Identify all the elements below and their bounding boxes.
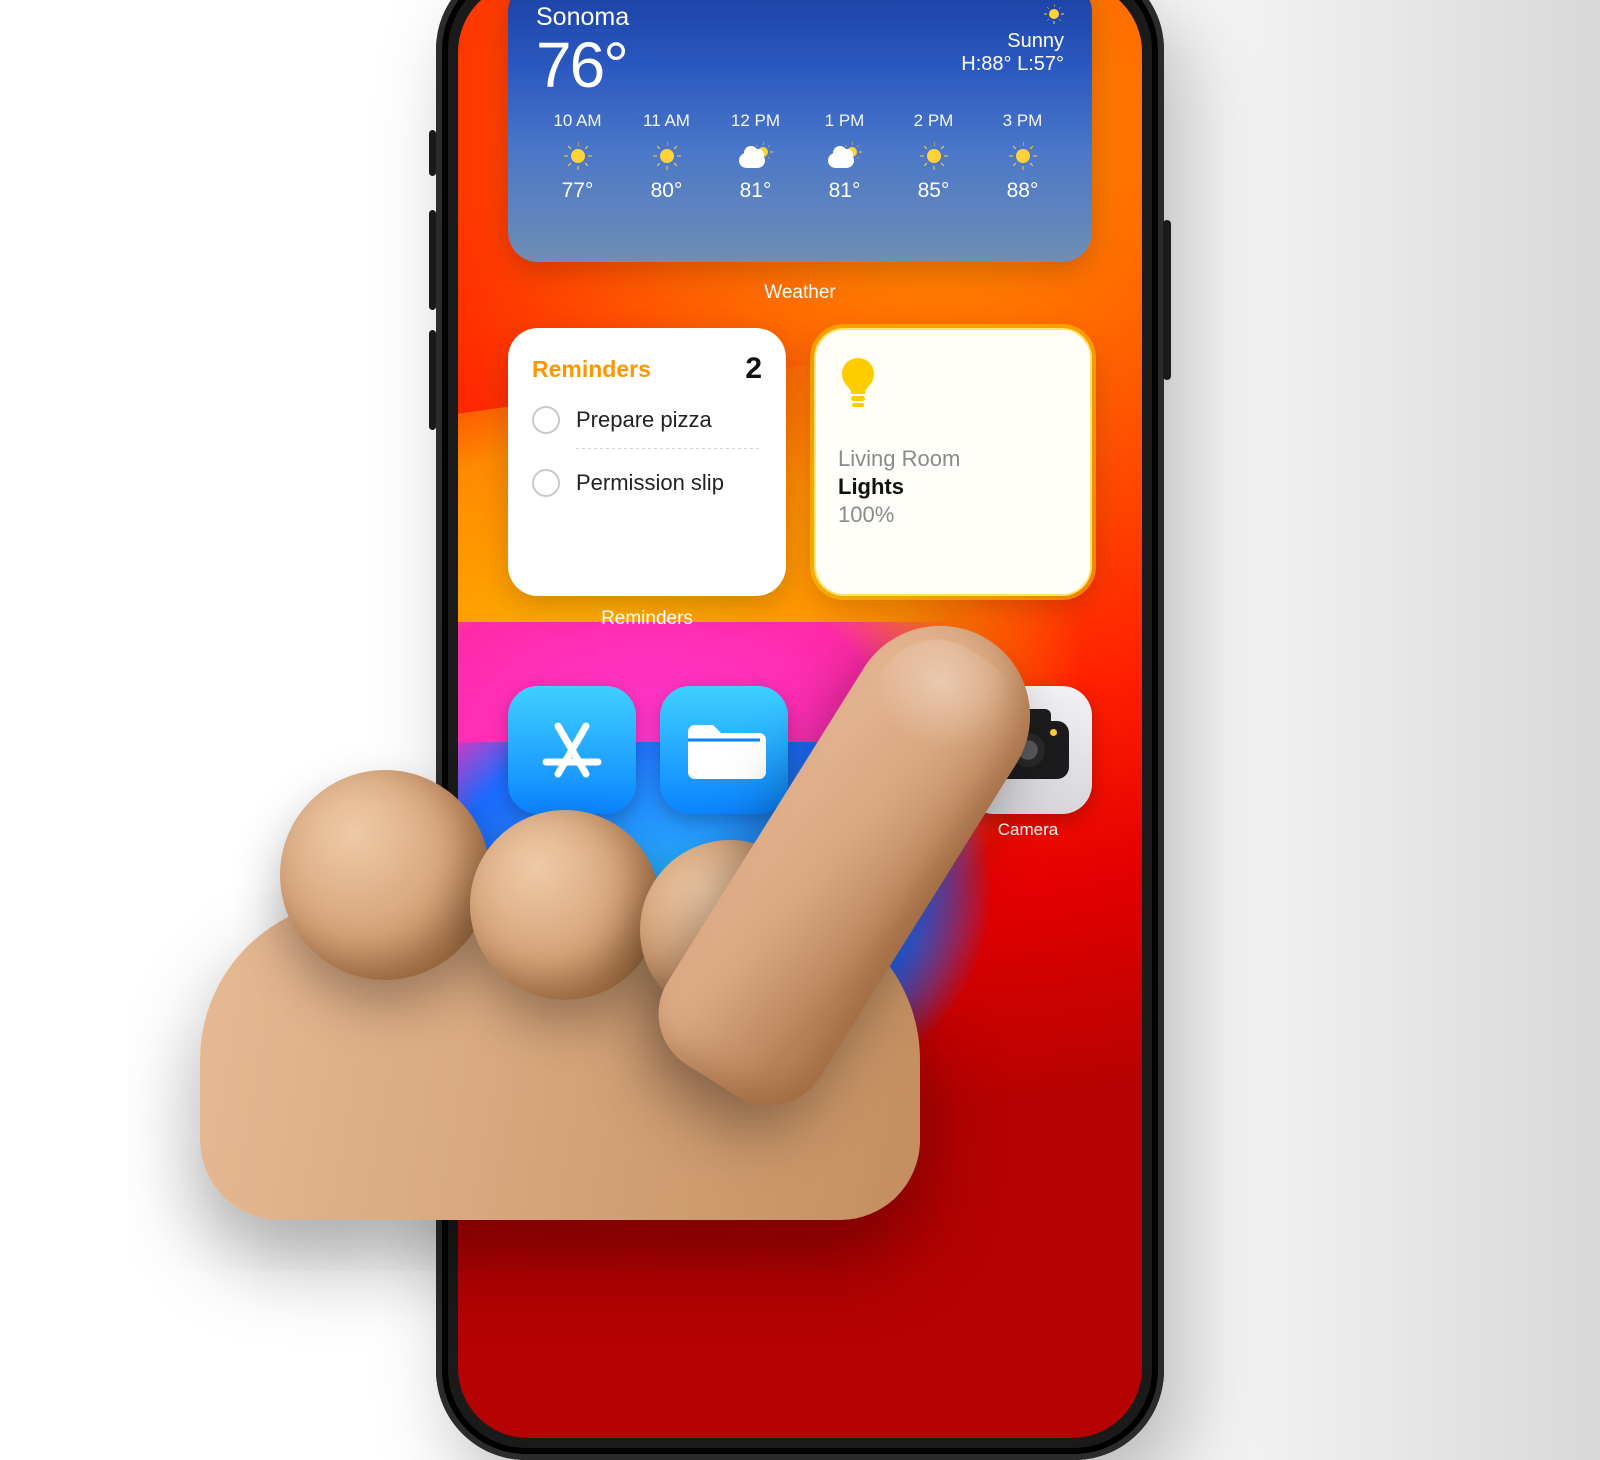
sun-icon xyxy=(653,142,681,170)
weather-hourly-row: 10 AM 77° 11 AM 80° 12 PM 81° 1 PM xyxy=(536,111,1064,203)
home-screen[interactable]: Sonoma 76° Sunny H:88° L:57° 10 AM 77° xyxy=(458,0,1142,1438)
volume-down-button[interactable] xyxy=(429,330,436,430)
sun-icon xyxy=(564,142,592,170)
app-label: Camera xyxy=(964,820,1092,840)
checkbox-empty-icon[interactable] xyxy=(532,469,560,497)
weather-widget[interactable]: Sonoma 76° Sunny H:88° L:57° 10 AM 77° xyxy=(508,0,1092,262)
reminder-item[interactable]: Permission slip xyxy=(532,469,762,497)
weather-hour: 3 PM 88° xyxy=(981,111,1064,203)
sun-icon xyxy=(920,142,948,170)
reminders-widget[interactable]: Reminders 2 Prepare pizza Permission sli… xyxy=(508,328,786,596)
lightbulb-icon xyxy=(838,356,1068,412)
weather-location: Sonoma xyxy=(536,4,629,32)
weather-widget-caption: Weather xyxy=(458,282,1142,304)
weather-hour: 11 AM 80° xyxy=(625,111,708,203)
weather-hi-lo: H:88° L:57° xyxy=(961,53,1064,76)
camera-icon xyxy=(987,721,1069,779)
reminder-text: Permission slip xyxy=(576,470,724,496)
app-icon-files[interactable] xyxy=(660,686,788,814)
phone-frame: Sonoma 76° Sunny H:88° L:57° 10 AM 77° xyxy=(436,0,1164,1460)
weather-current-temp: 76° xyxy=(536,32,629,99)
appstore-icon xyxy=(534,712,610,788)
partly-cloudy-icon xyxy=(828,142,862,170)
mute-switch[interactable] xyxy=(429,130,436,176)
side-button[interactable] xyxy=(1163,220,1171,380)
reminder-item[interactable]: Prepare pizza xyxy=(532,406,762,434)
weather-hour: 2 PM 85° xyxy=(892,111,975,203)
divider xyxy=(576,448,762,449)
checkbox-empty-icon[interactable] xyxy=(532,406,560,434)
sun-icon xyxy=(1044,4,1064,24)
weather-hour: 12 PM 81° xyxy=(714,111,797,203)
weather-hour: 1 PM 81° xyxy=(803,111,886,203)
weather-condition: Sunny xyxy=(961,30,1064,53)
weather-hour: 10 AM 77° xyxy=(536,111,619,203)
folder-icon xyxy=(682,718,766,782)
home-value: 100% xyxy=(838,502,1068,528)
home-widget[interactable]: Living Room Lights 100% xyxy=(814,328,1092,596)
reminder-text: Prepare pizza xyxy=(576,407,712,433)
home-accessory: Lights xyxy=(838,474,1068,500)
reminders-widget-caption: Reminders xyxy=(508,608,786,630)
app-icon-camera[interactable]: Camera xyxy=(964,686,1092,814)
sun-icon xyxy=(1009,142,1037,170)
partly-cloudy-icon xyxy=(739,142,773,170)
app-icon-appstore[interactable] xyxy=(508,686,636,814)
home-room: Living Room xyxy=(838,446,1068,472)
reminders-count: 2 xyxy=(745,352,762,386)
volume-up-button[interactable] xyxy=(429,210,436,310)
reminders-title: Reminders xyxy=(532,356,651,383)
